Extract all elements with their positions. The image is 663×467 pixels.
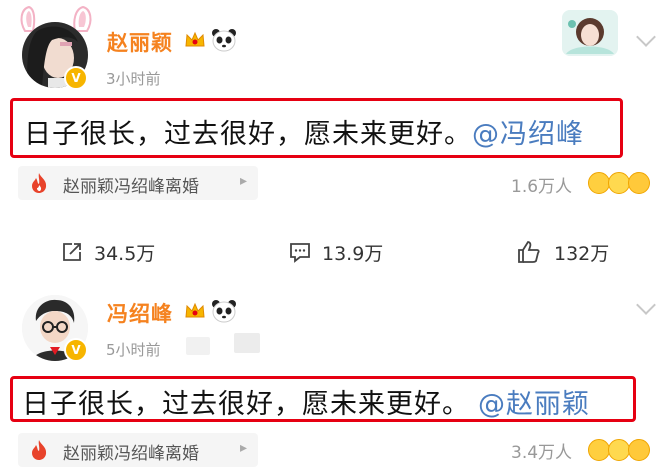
- mention-link[interactable]: @冯绍峰: [472, 119, 584, 150]
- verified-icon: V: [64, 338, 88, 362]
- verified-icon: V: [64, 66, 88, 90]
- people-count: 3.4万人: [511, 443, 573, 463]
- blurred-source: [234, 333, 260, 353]
- decor-avatar-thumbnail: [562, 10, 618, 56]
- reaction-emoji-icon: [608, 439, 630, 461]
- topic-arrow-icon: ▸: [240, 440, 248, 456]
- reaction-emoji-icon: [588, 439, 610, 461]
- post-text: 日子很长，过去很好，愿未来更好。@冯绍峰: [24, 112, 584, 151]
- reaction-emojis[interactable]: [588, 437, 658, 463]
- author-name[interactable]: 冯绍峰: [107, 298, 173, 328]
- topic-arrow-icon: ▸: [240, 173, 248, 189]
- reaction-emojis[interactable]: [588, 170, 658, 196]
- comment-icon: [290, 243, 310, 263]
- post-time[interactable]: 3小时前: [106, 68, 161, 89]
- people-count: 1.6万人: [511, 177, 573, 197]
- fire-icon: [32, 173, 47, 193]
- comment-count: 13.9万: [322, 243, 384, 265]
- panda-icon: [212, 300, 236, 323]
- chevron-down-icon[interactable]: [636, 27, 656, 47]
- fire-icon: [32, 440, 47, 460]
- reaction-emoji-icon: [608, 172, 630, 194]
- reaction-emoji-icon: [588, 172, 610, 194]
- post-body: 日子很长，过去很好，愿未来更好。: [24, 119, 472, 150]
- post-text: 日子很长，过去很好，愿未来更好。 @赵丽颖: [22, 382, 590, 421]
- author-name[interactable]: 赵丽颖: [107, 27, 173, 57]
- reaction-emoji-icon: [628, 172, 650, 194]
- panda-icon: [212, 29, 236, 52]
- crown-icon: [185, 31, 205, 47]
- share-icon: [63, 243, 81, 261]
- mention-link[interactable]: @赵丽颖: [478, 389, 590, 420]
- like-icon: [518, 241, 540, 263]
- like-count: 132万: [554, 243, 610, 265]
- post-time[interactable]: 5小时前: [106, 339, 161, 360]
- repost-count: 34.5万: [94, 243, 156, 265]
- reaction-emoji-icon: [628, 439, 650, 461]
- weibo-post: V 冯绍峰 5小时前 日子很长，过去很好，愿未来更好。 @赵丽颖 赵丽颖冯绍峰离婚…: [0, 285, 663, 467]
- crown-icon: [185, 302, 205, 318]
- topic-label: 赵丽颖冯绍峰离婚: [63, 444, 199, 464]
- topic-label: 赵丽颖冯绍峰离婚: [63, 177, 199, 197]
- topic-pill[interactable]: 赵丽颖冯绍峰离婚 ▸: [18, 166, 258, 200]
- blurred-source: [186, 337, 210, 355]
- weibo-post: V 赵丽颖 3小时前 日子很长，过去很好，愿未来更好。@冯绍峰 赵丽颖冯绍峰离婚…: [0, 0, 663, 285]
- chevron-down-icon[interactable]: [636, 295, 656, 315]
- post-body: 日子很长，过去很好，愿未来更好。: [22, 389, 470, 420]
- topic-pill[interactable]: 赵丽颖冯绍峰离婚 ▸: [18, 433, 258, 467]
